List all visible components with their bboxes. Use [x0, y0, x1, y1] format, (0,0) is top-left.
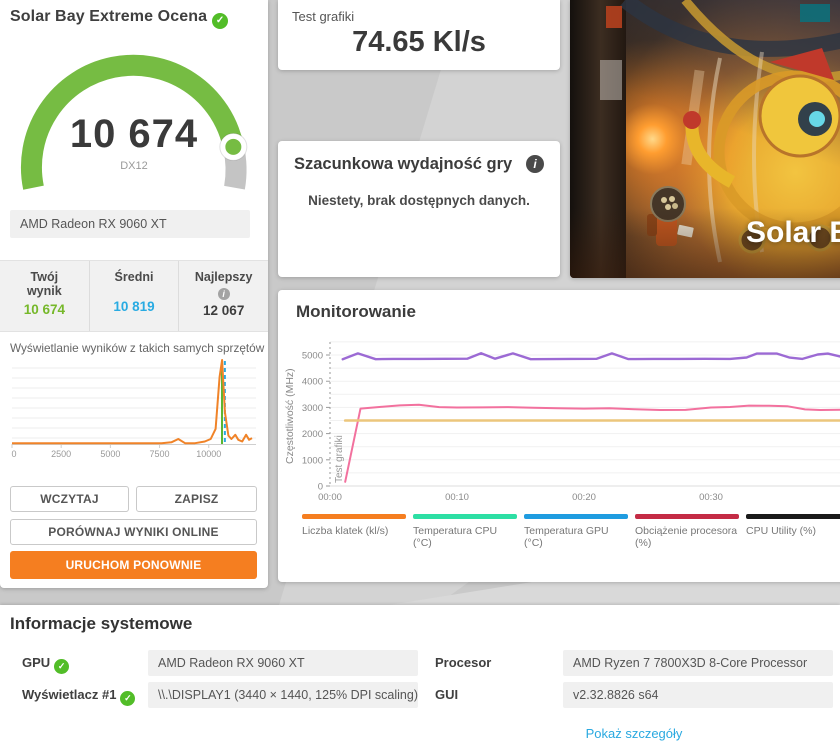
average-score-column: Średni 10 819	[89, 261, 179, 331]
legend-label: CPU Utility (%)	[746, 525, 840, 537]
gpu-value-box: AMD Radeon RX 9060 XT	[148, 650, 418, 676]
legend-label: Temperatura CPU (°C)	[413, 525, 517, 549]
purple-line	[343, 353, 840, 359]
legend-color-bar	[413, 514, 517, 519]
svg-text:4000: 4000	[302, 377, 323, 388]
svg-text:00:10: 00:10	[445, 492, 469, 503]
display-value-box: \\.\DISPLAY1 (3440 × 1440, 125% DPI scal…	[148, 682, 418, 708]
best-score-column: Najlepszy i 12 067	[178, 261, 268, 331]
graphics-test-label: Test grafiki	[292, 9, 354, 24]
svg-text:1000: 1000	[302, 455, 323, 466]
no-data-message: Niestety, brak dostępnych danych.	[278, 193, 560, 208]
graphics-test-value: 74.65 Kl/s	[278, 26, 560, 59]
display-label: Wyświetlacz #1✓	[22, 687, 135, 706]
svg-text:3000: 3000	[302, 403, 323, 414]
svg-text:2500: 2500	[51, 449, 71, 459]
legend-color-bar	[635, 514, 739, 519]
monitoring-card: Monitorowanie Częstotliwość (MHz) 010002…	[278, 290, 840, 582]
overall-score: 10 674	[0, 112, 268, 157]
average-score-value: 10 819	[90, 299, 179, 314]
your-score-value: 10 674	[0, 302, 89, 317]
gpu-label: GPU✓	[22, 655, 69, 674]
system-info-panel: Informacje systemowe GPU✓ AMD Radeon RX …	[0, 605, 840, 750]
legend-item[interactable]: Temperatura CPU (°C)	[413, 514, 517, 549]
result-card: Solar Bay Extreme Ocena✓ 10 674 DX12 AMD…	[0, 0, 268, 588]
legend-label: Liczba klatek (kl/s)	[302, 525, 406, 537]
svg-text:5000: 5000	[100, 449, 120, 459]
svg-text:0: 0	[318, 482, 323, 493]
best-score-value: 12 067	[179, 303, 268, 318]
your-score-column: Twój wynik 10 674	[0, 261, 89, 331]
processor-value-box: AMD Ryzen 7 7800X3D 8-Core Processor	[563, 650, 833, 676]
gpu-name-box: AMD Radeon RX 9060 XT	[10, 210, 250, 238]
legend-item[interactable]: Obciążenie procesora (%)	[635, 514, 739, 549]
graphics-test-card: Test grafiki 74.65 Kl/s	[278, 0, 560, 70]
estimated-performance-title: Szacunkowa wydajność gry	[294, 155, 512, 174]
best-info-icon[interactable]: i	[218, 288, 230, 300]
histogram-caption: Wyświetlanie wyników z takich samych spr…	[10, 341, 264, 355]
svg-text:00:20: 00:20	[572, 492, 596, 503]
result-title: Solar Bay Extreme Ocena✓	[10, 8, 228, 29]
legend-item[interactable]: Temperatura GPU (°C)	[524, 514, 628, 549]
svg-text:2000: 2000	[302, 429, 323, 440]
score-comparison: Twój wynik 10 674 Średni 10 819 Najlepsz…	[0, 260, 268, 332]
monitoring-title: Monitorowanie	[296, 302, 416, 322]
legend-color-bar	[524, 514, 628, 519]
show-details-link[interactable]: Pokaż szczegóły	[435, 726, 833, 741]
estimated-performance-card: Szacunkowa wydajność gry i Niestety, bra…	[278, 141, 560, 277]
legend-item[interactable]: CPU Utility (%)	[746, 514, 840, 549]
verified-check-icon: ✓	[212, 13, 228, 29]
run-again-button[interactable]: URUCHOM PONOWNIE	[10, 551, 257, 579]
monitoring-chart: 0 1000 2000 3000 4000 5000 00:00 00:10 00:20 00:3…	[278, 336, 840, 516]
score-distribution-chart: 0 2500 5000 7500 10000	[8, 356, 260, 468]
api-label: DX12	[0, 160, 268, 172]
gui-value-box: v2.32.8826 s64	[563, 682, 833, 708]
your-score-label: Twój wynik	[17, 270, 71, 298]
svg-text:00:30: 00:30	[699, 492, 723, 503]
legend-color-bar	[302, 514, 406, 519]
pink-line	[345, 405, 840, 482]
legend-label: Obciążenie procesora (%)	[635, 525, 739, 549]
gui-label: GUI	[435, 687, 458, 702]
legend-color-bar	[746, 514, 840, 519]
average-score-label: Średni	[90, 270, 179, 284]
svg-text:7500: 7500	[150, 449, 170, 459]
compare-results-online-button[interactable]: PORÓWNAJ WYNIKI ONLINE	[10, 519, 257, 545]
best-score-label: Najlepszy	[179, 270, 268, 284]
gpu-check-icon: ✓	[54, 659, 69, 674]
save-button[interactable]: ZAPISZ	[136, 486, 257, 512]
svg-text:0: 0	[11, 449, 16, 459]
svg-text:5000: 5000	[302, 351, 323, 362]
display-check-icon: ✓	[120, 691, 135, 706]
monitoring-legend: Liczba klatek (kl/s) Temperatura CPU (°C)…	[302, 514, 840, 549]
load-button[interactable]: WCZYTAJ	[10, 486, 129, 512]
legend-item[interactable]: Liczba klatek (kl/s)	[302, 514, 406, 549]
processor-label: Procesor	[435, 655, 491, 670]
svg-text:00:00: 00:00	[318, 492, 342, 503]
info-icon[interactable]: i	[526, 155, 544, 173]
svg-text:Test grafiki: Test grafiki	[334, 435, 345, 483]
benchmark-artwork-card: Solar B	[570, 0, 840, 278]
legend-label: Temperatura GPU (°C)	[524, 525, 628, 549]
system-info-title: Informacje systemowe	[10, 614, 192, 634]
benchmark-name-overlay: Solar B	[746, 216, 840, 250]
svg-text:10000: 10000	[196, 449, 221, 459]
